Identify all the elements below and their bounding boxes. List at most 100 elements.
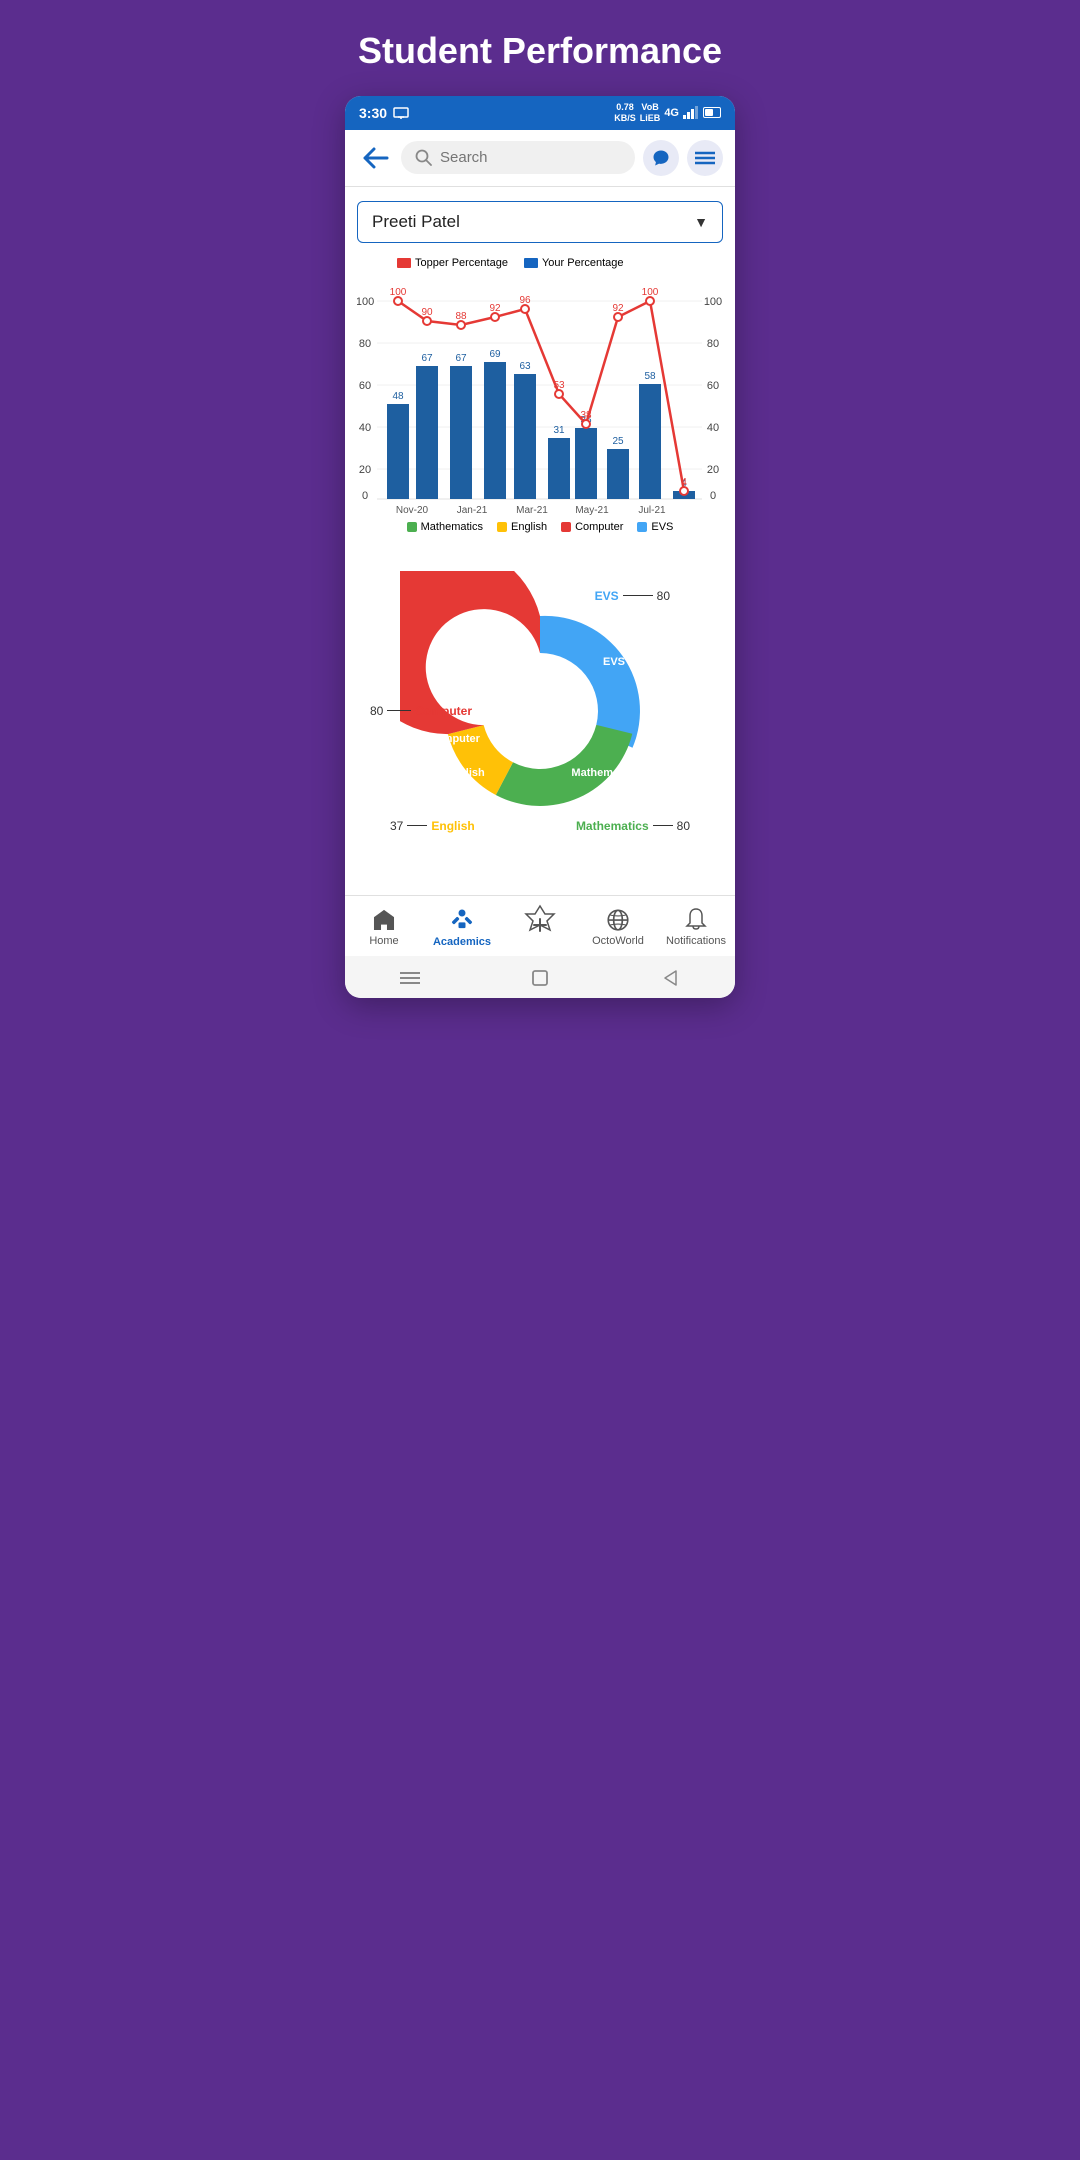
evs-legend-label: EVS [651, 521, 673, 533]
svg-text:25: 25 [612, 436, 624, 447]
svg-text:53: 53 [553, 380, 565, 391]
sys-nav-menu[interactable] [398, 966, 422, 990]
computer-arc-label: Computer [428, 733, 480, 745]
hamburger-icon [695, 151, 715, 165]
main-content: Preeti Patel ▼ Topper Percentage Your Pe… [345, 187, 735, 895]
svg-text:100: 100 [357, 296, 374, 308]
menu-button[interactable] [687, 140, 723, 176]
svg-text:4: 4 [681, 477, 687, 488]
sys-nav-back[interactable] [658, 966, 682, 990]
svg-text:58: 58 [644, 371, 656, 382]
plus-badge-icon [518, 904, 562, 948]
svg-text:67: 67 [421, 353, 433, 364]
search-bar[interactable] [401, 141, 635, 174]
dot-6 [555, 390, 563, 398]
evs-arc-label: EVS [603, 656, 625, 668]
back-button[interactable] [357, 140, 393, 176]
nav-icons [643, 140, 723, 176]
svg-text:80: 80 [707, 338, 719, 350]
dot-3 [457, 321, 465, 329]
svg-text:48: 48 [392, 391, 404, 402]
phone-frame: 3:30 0.78KB/S VoBLiEB 4G [345, 96, 735, 998]
svg-text:63: 63 [519, 361, 531, 372]
octoworld-icon [605, 907, 631, 933]
svg-text:92: 92 [612, 303, 624, 314]
student-dropdown[interactable]: Preeti Patel ▼ [357, 201, 723, 243]
computer-legend-label: Computer [575, 521, 623, 533]
dot-8 [614, 313, 622, 321]
svg-text:Nov-20: Nov-20 [396, 505, 429, 515]
evs-legend-dot [637, 522, 647, 532]
math-legend-label: Mathematics [421, 521, 483, 533]
nav-octoworld[interactable]: OctoWorld [588, 907, 648, 947]
math-label: Mathematics 80 [576, 819, 690, 833]
yours-legend-label: Your Percentage [542, 257, 624, 269]
bar-8 [607, 449, 629, 499]
yours-legend-dot [524, 258, 538, 268]
chat-button[interactable] [643, 140, 679, 176]
dot-1 [394, 297, 402, 305]
bar-7 [575, 428, 597, 499]
svg-text:100: 100 [704, 296, 722, 308]
topper-legend-dot [397, 258, 411, 268]
status-time: 3:30 [359, 105, 409, 121]
status-bar: 3:30 0.78KB/S VoBLiEB 4G [345, 96, 735, 130]
computer-label: 80 Computer [370, 704, 472, 718]
dot-4 [491, 313, 499, 321]
dot-9 [646, 297, 654, 305]
evs-label: EVS 80 [595, 589, 670, 603]
chart-legend-bottom: Mathematics English Computer EVS [357, 521, 723, 533]
bar-4 [484, 362, 506, 499]
bar-5 [514, 374, 536, 499]
svg-text:100: 100 [390, 287, 407, 298]
dropdown-arrow-icon: ▼ [694, 214, 708, 230]
academics-icon [448, 906, 476, 934]
home-icon [371, 907, 397, 933]
nav-academics[interactable]: Academics [432, 906, 492, 948]
donut-chart-section: EVS 80 Mathematics 80 37 English [357, 551, 723, 881]
nav-home[interactable]: Home [354, 907, 414, 947]
nav-plus[interactable] [510, 904, 570, 950]
search-input[interactable] [440, 149, 621, 166]
sys-menu-icon [400, 971, 420, 985]
dot-5 [521, 305, 529, 313]
math-legend-dot [407, 522, 417, 532]
nav-home-label: Home [369, 935, 398, 947]
signal-icon [683, 106, 699, 119]
bar-6 [548, 438, 570, 499]
sys-back-icon [662, 969, 678, 987]
bottom-nav: Home Academics [345, 895, 735, 956]
svg-text:96: 96 [519, 295, 531, 306]
bar-chart: 100 80 60 40 20 0 100 80 60 40 20 0 [357, 275, 723, 515]
legend-english: English [497, 521, 547, 533]
svg-text:67: 67 [455, 353, 467, 364]
nav-notifications-label: Notifications [666, 935, 726, 947]
bar-3 [450, 366, 472, 499]
svg-text:90: 90 [421, 307, 433, 318]
svg-text:60: 60 [359, 380, 371, 392]
svg-text:0: 0 [710, 490, 716, 502]
english-label: 37 English [390, 819, 475, 833]
donut-center [485, 656, 595, 766]
bar-2 [416, 366, 438, 499]
topper-legend-label: Topper Percentage [415, 257, 508, 269]
svg-text:20: 20 [359, 464, 371, 476]
nav-notifications[interactable]: Notifications [666, 907, 726, 947]
system-nav [345, 956, 735, 998]
search-icon [415, 149, 432, 166]
page-title: Student Performance [358, 30, 722, 72]
bar-9 [639, 384, 661, 499]
svg-text:Jan-21: Jan-21 [457, 505, 488, 515]
svg-text:0: 0 [362, 490, 368, 502]
chat-icon [651, 148, 671, 168]
status-right: 0.78KB/S VoBLiEB 4G [614, 102, 721, 124]
svg-text:88: 88 [455, 311, 467, 322]
svg-text:80: 80 [359, 338, 371, 350]
chart-svg: 100 80 60 40 20 0 100 80 60 40 20 0 [357, 275, 723, 515]
nav-academics-label: Academics [433, 936, 491, 948]
chart-legend-top: Topper Percentage Your Percentage [357, 257, 723, 269]
svg-text:38: 38 [580, 410, 592, 421]
legend-math: Mathematics [407, 521, 483, 533]
sys-nav-home[interactable] [528, 966, 552, 990]
svg-text:Jul-21: Jul-21 [638, 505, 666, 515]
